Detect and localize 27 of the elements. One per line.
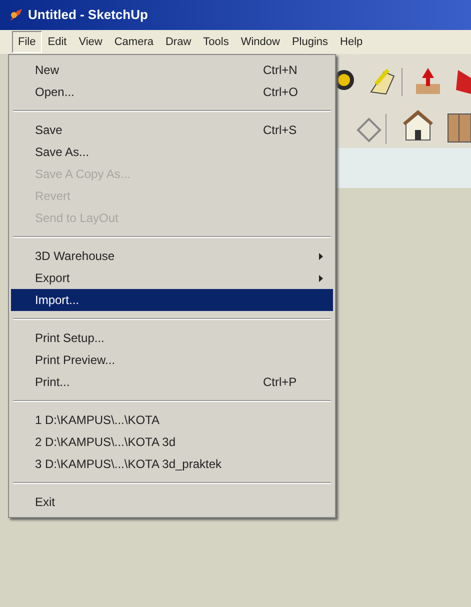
menu-item[interactable]: Help: [334, 30, 369, 54]
menu-item[interactable]: Window: [234, 30, 286, 54]
menu-item[interactable]: Edit: [42, 30, 73, 54]
menu-item[interactable]: Camera: [108, 30, 160, 54]
menu-option[interactable]: Open... Ctrl+O: [11, 81, 333, 103]
menu-option[interactable]: New Ctrl+N: [11, 59, 333, 81]
submenu-arrow-icon: [319, 252, 323, 260]
menu-option[interactable]: Exit: [11, 491, 333, 513]
menu-option[interactable]: Print Preview...: [11, 349, 333, 371]
menu-option[interactable]: Save Ctrl+S: [11, 119, 333, 141]
menu-option[interactable]: Export: [11, 267, 333, 289]
menu-option[interactable]: Print... Ctrl+P: [11, 371, 333, 393]
menu-item[interactable]: Plugins: [286, 30, 334, 54]
window-title: Untitled - SketchUp: [28, 6, 148, 24]
app-logo-icon: [8, 7, 24, 23]
menu-item[interactable]: File: [12, 30, 42, 54]
menu-item[interactable]: View: [72, 30, 108, 54]
menu-option[interactable]: Import...: [11, 289, 333, 311]
menu-item[interactable]: Draw: [159, 30, 198, 54]
menu-option[interactable]: 1 D:\KAMPUS\...\KOTA: [11, 409, 333, 431]
submenu-arrow-icon: [319, 274, 323, 282]
menu-item[interactable]: Tools: [197, 30, 235, 54]
menu-option[interactable]: Print Setup...: [11, 327, 333, 349]
menu-option[interactable]: 3D Warehouse: [11, 245, 333, 267]
menu-option[interactable]: Save As...: [11, 141, 333, 163]
menu-option[interactable]: 3 D:\KAMPUS\...\KOTA 3d_praktek: [11, 453, 333, 475]
menu-option[interactable]: 2 D:\KAMPUS\...\KOTA 3d: [11, 431, 333, 453]
